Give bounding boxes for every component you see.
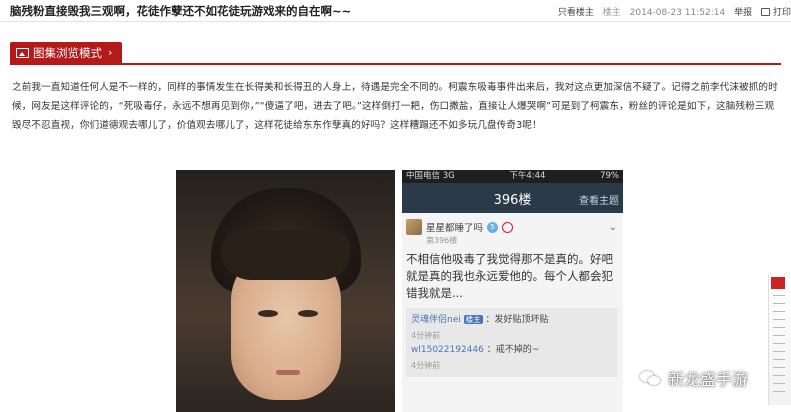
watermark: 新龙盛手游 [640,366,748,390]
gallery-mode-button[interactable]: 图集浏览模式 › [10,42,123,64]
post-title: 脑残粉直接毁我三观啊，花徒作孽还不如花徒玩游戏来的自在啊~~ [10,4,352,18]
sub-reply-time: 4分钟前 [411,331,441,340]
sub-reply-time: 4分钟前 [411,361,441,370]
sub-reply-user: wl15022192446 [411,345,484,355]
view-topic-link: 查看主题 [579,196,619,207]
phone-screenshot[interactable]: 中国电信 3G 下午4:44 79% 396楼 查看主题 星星都睡了吗 5 ⌄ … [402,170,623,412]
side-thumbnail[interactable] [768,275,791,405]
print-icon[interactable] [760,8,770,16]
image-icon [16,48,29,58]
portrait-photo[interactable] [176,170,395,412]
reply-content: 不相信他吸毒了我觉得那不是真的。好吧就是真的我也永远爱他的。每个人都会犯错我就是… [406,252,613,300]
phone-time: 下午4:44 [509,171,546,181]
sub-reply-text: ：戒不掉的~ [486,345,540,355]
chevron-right-icon: › [108,46,113,59]
phone-thread-header: 396楼 查看主题 [402,183,623,213]
gift-icon [502,221,514,233]
post-header: 脑残粉直接毁我三观啊，花徒作孽还不如花徒玩游戏来的自在啊~~ 只看楼主 楼主 2… [0,0,791,22]
print-link[interactable]: 打印 [773,8,791,18]
phone-status-bar: 中国电信 3G 下午4:44 79% [402,170,623,183]
watermark-text: 新龙盛手游 [668,370,749,389]
post-body: 之前我一直知道任何人是不一样的，同样的事情发生在长得美和长得丑的人身上，待遇是完… [12,82,778,131]
post-meta: 只看楼主 楼主 2014-08-23 11:52:14 举报 打印 [552,5,791,18]
report-link[interactable]: 举报 [734,8,752,18]
post-time: 2014-08-23 11:52:14 [629,8,726,18]
floor-number: 第396楼 [426,236,458,245]
sub-replies: 灵魂伴侣nei 楼主 ：发好贴顶坏贴 4分钟前 wl15022192446 ：戒… [406,308,617,377]
gallery-mode-label: 图集浏览模式 [33,46,102,60]
view-op-only-link[interactable]: 只看楼主 [558,8,594,18]
wechat-icon [640,369,662,387]
chevron-down-icon: ⌄ [608,221,617,233]
carrier: 中国电信 3G [406,171,455,181]
avatar [406,219,422,235]
gallery-bar: 图集浏览模式 › [10,40,781,65]
sub-reply-user: 灵魂伴侣nei [411,315,461,325]
op-badge: 楼主 [463,315,483,324]
level-badge: 5 [487,221,499,233]
reply-username: 星星都睡了吗 [426,223,484,234]
op-badge: 楼主 [602,8,621,18]
sub-reply-text: ：发好贴顶坏贴 [485,315,549,325]
battery: 79% [600,171,619,181]
reply-card: 星星都睡了吗 5 ⌄ 第396楼 不相信他吸毒了我觉得那不是真的。好吧就是真的我… [402,213,623,377]
